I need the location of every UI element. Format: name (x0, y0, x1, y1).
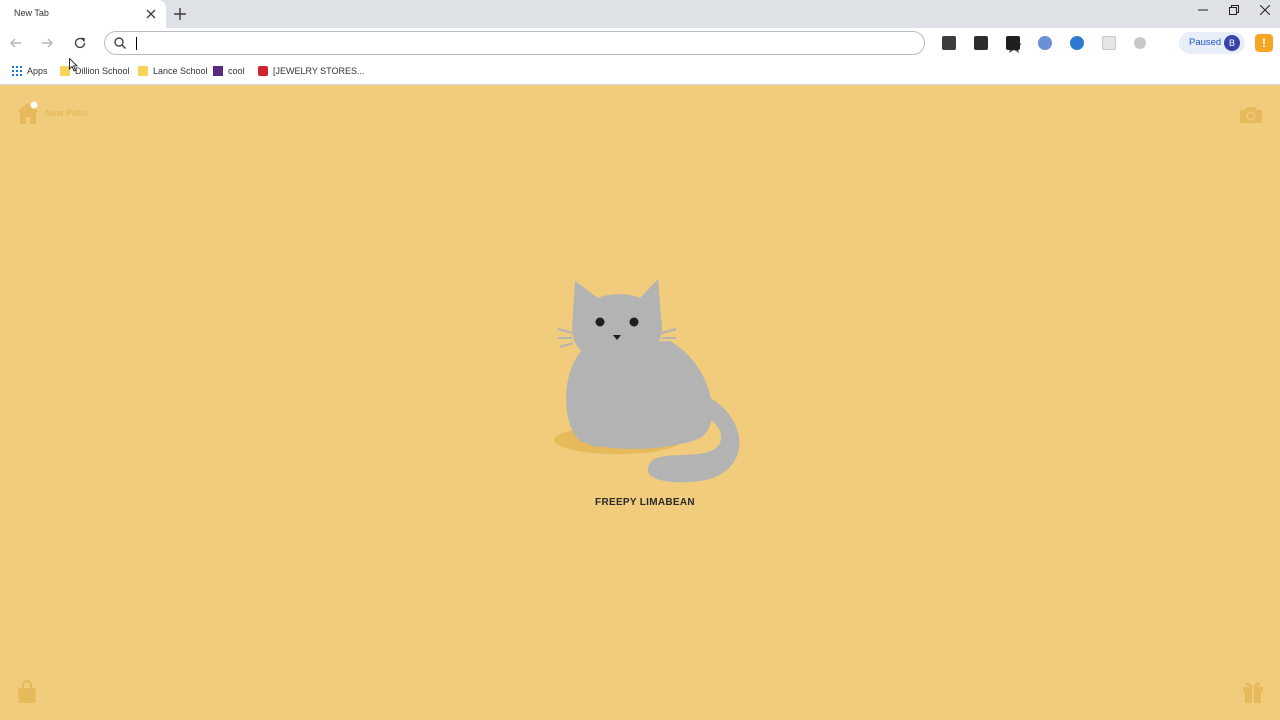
bookmark-label: [JEWELRY STORES... (273, 66, 365, 76)
bookmark-label: Dillion School (75, 66, 130, 76)
avatar: B (1224, 35, 1240, 51)
minimize-button[interactable] (1188, 0, 1218, 20)
reload-icon (74, 37, 86, 49)
back-arrow-icon (10, 38, 21, 48)
extension-6-icon[interactable] (1102, 36, 1116, 50)
pet-name: FREEPY LIMABEAN (595, 497, 695, 508)
browser-toolbar: Paused B ! (0, 28, 1280, 58)
close-tab-icon[interactable] (143, 6, 159, 22)
restore-button[interactable] (1219, 0, 1249, 20)
bookmark-label: cool (228, 66, 245, 76)
pet-eye (595, 317, 605, 327)
bookmarks-bar: Apps Dillion School Lance School cool [J… (0, 58, 1280, 85)
bookmark-label: Lance School (153, 66, 208, 76)
bookmark-jewelry-stores[interactable]: [JEWELRY STORES... (258, 64, 365, 78)
bookmark-lance-school[interactable]: Lance School (138, 64, 208, 78)
extension-4-icon[interactable] (1038, 36, 1052, 50)
tab-title: New Tab (14, 8, 49, 18)
pet-head (572, 279, 662, 361)
profile-status-label: Paused (1189, 37, 1222, 48)
bookmark-label: Apps (27, 66, 48, 76)
camera-icon[interactable] (1238, 105, 1264, 125)
mouse-cursor-icon (69, 58, 78, 72)
new-tab-plus-icon[interactable] (171, 5, 189, 23)
extension-2-icon[interactable] (974, 36, 988, 50)
pet-paw (586, 423, 606, 447)
search-icon (114, 37, 127, 50)
extension-7-icon[interactable] (1134, 37, 1146, 49)
alert-extension-icon[interactable]: ! (1255, 34, 1273, 52)
pet-cat-illustration[interactable] (550, 273, 745, 485)
site-favicon-icon (213, 66, 223, 76)
extension-5-icon[interactable] (1070, 36, 1084, 50)
profile-button[interactable]: Paused B (1179, 32, 1245, 54)
shopping-bag-icon[interactable] (16, 680, 38, 704)
restore-icon (1229, 5, 1239, 15)
pet-paw (614, 425, 634, 447)
bookmark-apps[interactable]: Apps (12, 64, 48, 78)
site-favicon-icon (258, 66, 268, 76)
address-input[interactable] (133, 34, 893, 52)
minimize-icon (1198, 9, 1208, 11)
forward-arrow-icon (42, 38, 53, 48)
close-window-icon (1260, 5, 1270, 15)
gift-icon[interactable] (1241, 678, 1265, 704)
home-icon[interactable] (15, 100, 41, 126)
home-label[interactable]: New Pets! (45, 108, 88, 118)
reload-button[interactable] (71, 34, 89, 52)
extension-3-icon[interactable] (1006, 36, 1020, 50)
new-tab-page: New Pets! FREEPY LIMABEAN (0, 85, 1280, 720)
extension-1-icon[interactable] (942, 36, 956, 50)
apps-grid-icon (12, 66, 22, 76)
close-window-button[interactable] (1250, 0, 1280, 20)
tab-new-tab[interactable]: New Tab (0, 0, 166, 28)
folder-icon (138, 66, 148, 76)
forward-button[interactable] (38, 34, 56, 52)
bookmark-cool[interactable]: cool (213, 64, 245, 78)
tab-strip: New Tab (0, 0, 1280, 28)
pet-eye (629, 317, 639, 327)
text-caret (136, 37, 137, 50)
address-bar[interactable] (104, 31, 1022, 55)
back-button[interactable] (7, 34, 25, 52)
